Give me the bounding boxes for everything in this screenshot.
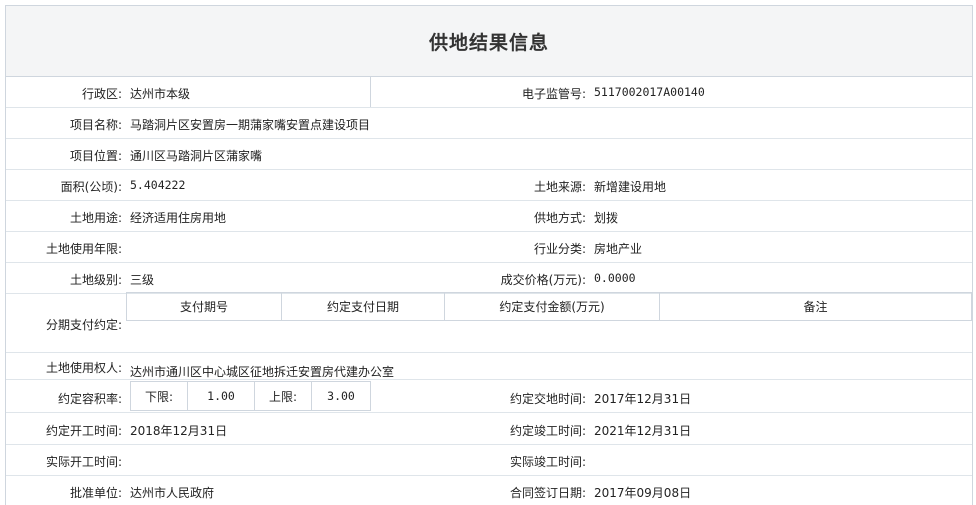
price-value: 0.0000: [594, 271, 636, 285]
far-upper-value: 3.00: [327, 389, 355, 403]
contract-date-value: 2017年09月08日: [594, 486, 692, 500]
project-name-label: 项目名称:: [69, 118, 122, 132]
far-lower-label: 下限:: [131, 382, 188, 410]
land-use-value: 经济适用住房用地: [130, 211, 227, 225]
far-label: 约定容积率:: [57, 392, 122, 406]
row-use-years: 土地使用年限: 行业分类: 房地产业: [6, 232, 972, 263]
use-years-label: 土地使用年限:: [45, 242, 122, 256]
handover-value: 2017年12月31日: [594, 392, 692, 406]
col-pay-amount: 约定支付金额(万元): [444, 292, 660, 321]
approver-value: 达州市人民政府: [130, 486, 215, 500]
col-pay-date: 约定支付日期: [281, 292, 445, 321]
row-project-location: 项目位置: 通川区马踏洞片区蒲家嘴: [6, 139, 972, 170]
installment-table: 支付期号 约定支付日期 约定支付金额(万元) 备注: [126, 292, 972, 321]
supervision-no-label: 电子监管号:: [521, 87, 586, 101]
land-grade-label: 土地级别:: [69, 273, 122, 287]
page-title: 供地结果信息: [428, 31, 549, 54]
area-label: 面积(公顷):: [60, 180, 122, 194]
land-user-value: 达州市通川区中心城区征地拆迁安置房代建办公室: [130, 365, 395, 379]
supervision-no-value: 5117002017A00140: [594, 85, 705, 99]
installment-header-row: 支付期号 约定支付日期 约定支付金额(万元) 备注: [126, 292, 972, 321]
row-actual-dates: 实际开工时间: 实际竣工时间:: [6, 445, 972, 476]
far-box: 下限: 1.00 上限: 3.00: [130, 381, 371, 411]
industry-label: 行业分类:: [533, 242, 586, 256]
project-location-value: 通川区马踏洞片区蒲家嘴: [130, 149, 263, 163]
approver-label: 批准单位:: [69, 486, 122, 500]
completion-actual-label: 实际竣工时间:: [509, 455, 586, 469]
col-period-no: 支付期号: [126, 292, 282, 321]
start-agreed-label: 约定开工时间:: [45, 424, 122, 438]
land-use-label: 土地用途:: [69, 211, 122, 225]
col-remark: 备注: [659, 292, 972, 321]
price-label: 成交价格(万元):: [500, 273, 586, 287]
divider: [370, 77, 371, 107]
row-land-user: 土地使用权人: 达州市通川区中心城区征地拆迁安置房代建办公室: [6, 353, 972, 380]
area-value: 5.404222: [130, 178, 186, 192]
row-project-name: 项目名称: 马踏洞片区安置房一期蒲家嘴安置点建设项目: [6, 108, 972, 139]
industry-value: 房地产业: [594, 242, 643, 256]
row-land-grade: 土地级别: 三级 成交价格(万元): 0.0000: [6, 263, 972, 294]
project-location-label: 项目位置:: [69, 149, 122, 163]
district-label: 行政区:: [81, 87, 122, 101]
supply-method-label: 供地方式:: [533, 211, 586, 225]
land-supply-result-panel: 供地结果信息 行政区: 达州市本级 电子监管号: 5117002017A0014…: [5, 5, 973, 505]
land-user-label: 土地使用权人:: [45, 361, 122, 375]
handover-label: 约定交地时间:: [509, 392, 586, 406]
installment-label: 分期支付约定:: [45, 318, 122, 332]
district-value: 达州市本级: [130, 87, 191, 101]
land-source-label: 土地来源:: [533, 180, 586, 194]
row-land-use: 土地用途: 经济适用住房用地 供地方式: 划拨: [6, 201, 972, 232]
row-approval: 批准单位: 达州市人民政府 合同签订日期: 2017年09月08日: [6, 476, 972, 505]
supply-method-value: 划拨: [594, 211, 619, 225]
land-grade-value: 三级: [130, 273, 155, 287]
completion-agreed-label: 约定竣工时间:: [509, 424, 586, 438]
project-name-value: 马踏洞片区安置房一期蒲家嘴安置点建设项目: [130, 118, 371, 132]
row-district: 行政区: 达州市本级 电子监管号: 5117002017A00140: [6, 77, 972, 108]
row-installment: 分期支付约定: 支付期号 约定支付日期 约定支付金额(万元) 备注: [6, 292, 972, 353]
row-agreed-dates: 约定开工时间: 2018年12月31日 约定竣工时间: 2021年12月31日: [6, 413, 972, 445]
far-upper-label: 上限:: [255, 382, 312, 410]
completion-agreed-value: 2021年12月31日: [594, 424, 692, 438]
row-area: 面积(公顷): 5.404222 土地来源: 新增建设用地: [6, 170, 972, 201]
title-band: 供地结果信息: [6, 6, 972, 77]
row-far: 约定容积率: 下限: 1.00 上限: 3.00 约定交地时间: 2017年12…: [6, 380, 972, 413]
land-source-value: 新增建设用地: [594, 180, 667, 194]
start-actual-label: 实际开工时间:: [45, 455, 122, 469]
far-lower-value: 1.00: [188, 382, 255, 410]
start-agreed-value: 2018年12月31日: [130, 424, 228, 438]
contract-date-label: 合同签订日期:: [509, 486, 586, 500]
